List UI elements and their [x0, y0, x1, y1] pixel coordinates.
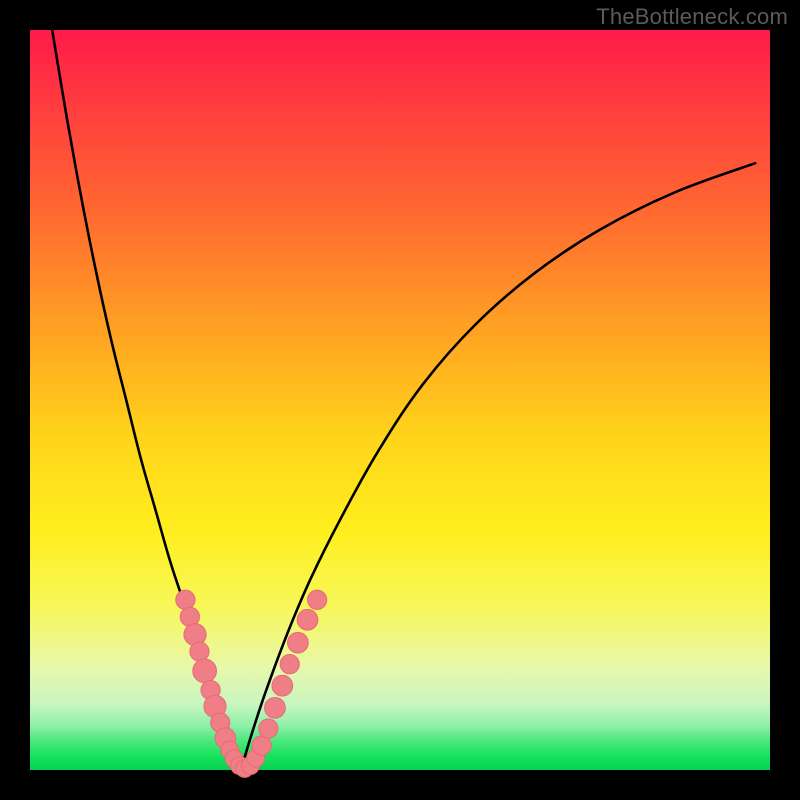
- curve-right-curve: [241, 163, 755, 770]
- curve-left-curve: [52, 30, 241, 770]
- data-marker: [190, 642, 209, 661]
- curve-layer: [52, 30, 755, 770]
- data-marker: [272, 675, 293, 696]
- data-marker: [280, 655, 299, 674]
- data-marker: [308, 590, 327, 609]
- watermark-text: TheBottleneck.com: [596, 4, 788, 30]
- data-marker: [176, 590, 195, 609]
- data-marker: [259, 719, 278, 738]
- data-marker: [252, 736, 271, 755]
- chart-svg: [30, 30, 770, 770]
- chart-frame: TheBottleneck.com: [0, 0, 800, 800]
- marker-layer: [176, 590, 327, 777]
- data-marker: [193, 659, 217, 683]
- plot-area: [30, 30, 770, 770]
- data-marker: [288, 632, 309, 653]
- data-marker: [265, 697, 286, 718]
- data-marker: [297, 609, 318, 630]
